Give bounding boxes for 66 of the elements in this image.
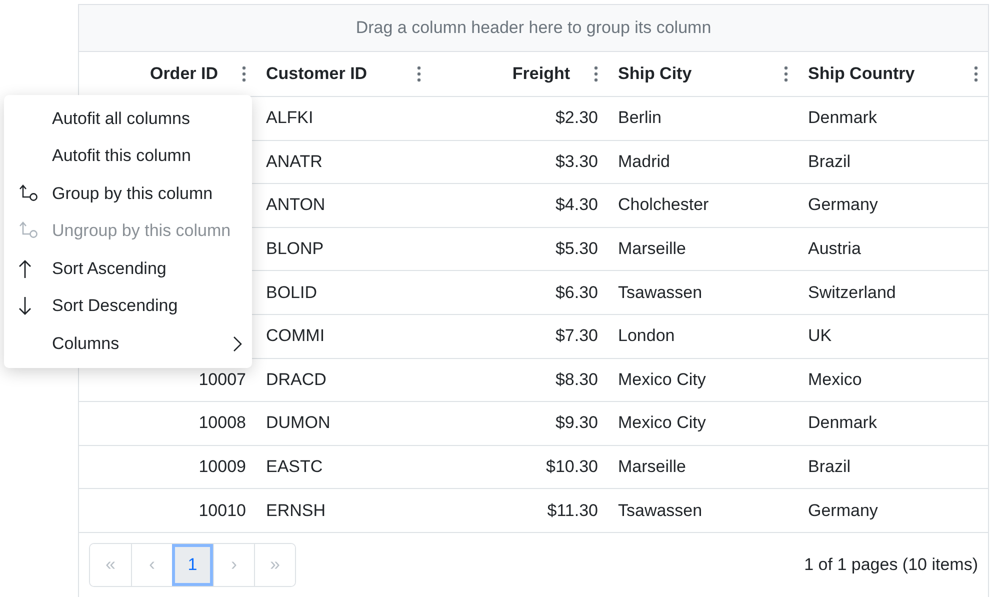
table-cell: $11.30 (547, 500, 598, 521)
table-cell: Denmark (808, 108, 877, 128)
table-cell: $6.30 (555, 282, 598, 303)
table-cell: $9.30 (555, 413, 598, 434)
table-cell: Germany (808, 500, 878, 521)
table-cell: 10008 (198, 413, 246, 434)
column-menu-icon[interactable] (594, 66, 598, 82)
pager-info: 1 of 1 pages (10 items) (804, 554, 978, 575)
column-header[interactable]: Customer ID (256, 52, 431, 96)
table-cell: $8.30 (555, 370, 598, 390)
table-cell: ANTON (266, 195, 326, 216)
group-icon (18, 184, 40, 204)
column-menu-icon[interactable] (974, 66, 978, 82)
table-cell: Berlin (618, 108, 662, 128)
menu-item[interactable]: Autofit all columns (4, 100, 252, 138)
page-button[interactable]: 1 (172, 544, 213, 586)
table-cell: 10007 (198, 370, 246, 390)
table-cell: ANATR (266, 152, 322, 172)
table-cell: COMMI (266, 326, 325, 346)
table-cell: Madrid (618, 152, 670, 172)
arrow-down-icon (18, 296, 32, 316)
column-header[interactable]: Ship Country (798, 52, 988, 96)
table-cell: Switzerland (808, 282, 896, 303)
table-cell: Austria (808, 239, 861, 260)
table-cell: Mexico City (618, 413, 706, 434)
table-cell: UK (808, 326, 832, 346)
column-menu-icon[interactable] (242, 66, 246, 82)
column-header[interactable]: Order ID (79, 52, 256, 96)
table-cell: Brazil (808, 152, 851, 172)
table-cell: Tsawassen (618, 282, 702, 303)
table-cell: BOLID (266, 282, 318, 303)
table-cell: DRACD (266, 370, 326, 390)
table-cell: Brazil (808, 457, 851, 478)
menu-item[interactable]: Columns (4, 325, 252, 362)
menu-item[interactable]: Sort Descending (4, 288, 252, 325)
table-cell: London (618, 326, 675, 346)
menu-item[interactable]: Sort Ascending (4, 250, 252, 288)
table-cell: $10.30 (546, 457, 598, 478)
table-cell: $4.30 (555, 195, 598, 216)
menu-item[interactable]: Group by this column (4, 175, 252, 212)
column-header[interactable]: Ship City (608, 52, 798, 96)
table-cell: Marseille (618, 457, 686, 478)
group-panel-hint: Drag a column header here to group its column (356, 18, 712, 38)
table-cell: 10009 (198, 457, 246, 478)
table-cell: $7.30 (555, 326, 598, 346)
column-menu-icon[interactable] (417, 66, 421, 82)
table-cell: ERNSH (266, 500, 326, 521)
table-cell: BLONP (266, 239, 324, 260)
menu-item[interactable]: Autofit this column (4, 138, 252, 175)
column-header[interactable]: Freight (431, 52, 608, 96)
table-cell: Marseille (618, 239, 686, 260)
table-cell: $3.30 (555, 152, 598, 172)
table-cell: $5.30 (555, 239, 598, 260)
table-cell: Cholchester (618, 195, 709, 216)
column-menu-icon[interactable] (784, 66, 788, 82)
table-cell: Mexico (808, 370, 862, 390)
table-cell: Germany (808, 195, 878, 216)
table-cell: DUMON (266, 413, 330, 434)
table-cell: Denmark (808, 413, 877, 434)
table-cell: 10010 (198, 500, 246, 521)
table-cell: Mexico City (618, 370, 706, 390)
table-cell: ALFKI (266, 108, 314, 128)
table-cell: EASTC (266, 457, 323, 478)
table-cell: $2.30 (555, 108, 598, 128)
arrow-up-icon (18, 258, 32, 279)
table-cell: Tsawassen (618, 500, 702, 521)
